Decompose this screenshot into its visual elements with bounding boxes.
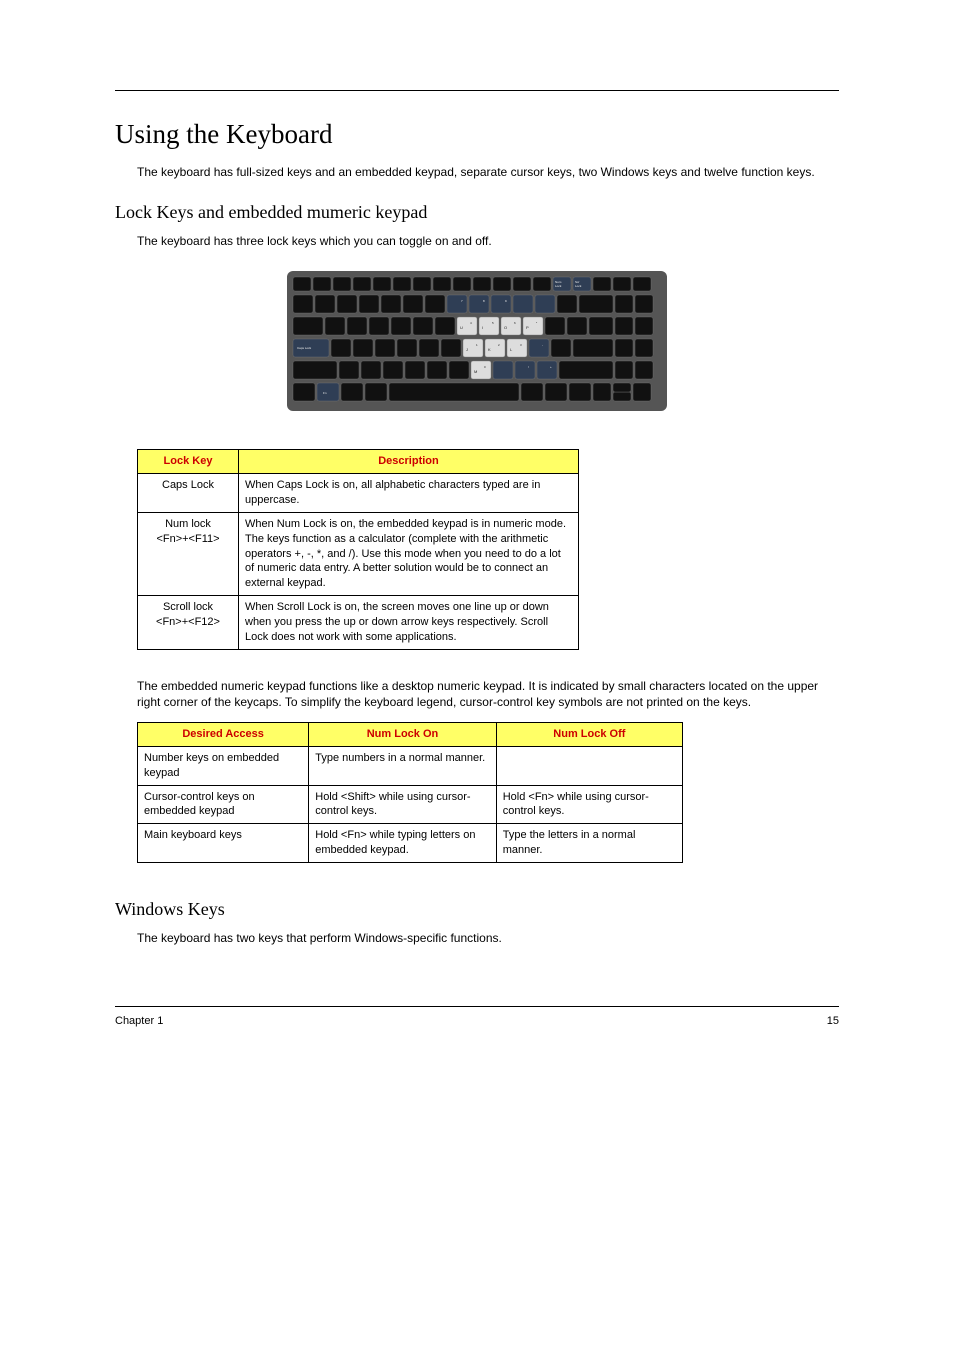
lock-desc-cell: When Num Lock is on, the embedded keypad…: [239, 512, 579, 595]
intro-paragraph: The keyboard has full-sized keys and an …: [137, 164, 839, 180]
footer-rule: [115, 1006, 839, 1007]
lock-table-header-key: Lock Key: [138, 450, 239, 474]
numlock-access-table: Desired Access Num Lock On Num Lock Off …: [137, 722, 683, 863]
access-cell: Hold <Fn> while typing letters on embedd…: [309, 824, 496, 863]
lock-keys-lead: The keyboard has three lock keys which y…: [137, 233, 839, 249]
lock-key-cell: Caps Lock: [138, 474, 239, 513]
table-row: Main keyboard keys Hold <Fn> while typin…: [138, 824, 683, 863]
lock-keys-table: Lock Key Description Caps Lock When Caps…: [137, 449, 579, 649]
lock-desc-cell: When Caps Lock is on, all alphabetic cha…: [239, 474, 579, 513]
svg-text:+: +: [550, 365, 552, 369]
access-cell: Cursor-control keys on embedded keypad: [138, 785, 309, 824]
keyboard-illustration: .kb-body { fill:#555; } .kcap { fill:#11…: [287, 271, 667, 411]
footer-chapter: Chapter 1: [115, 1015, 163, 1027]
svg-text:U: U: [460, 325, 463, 330]
svg-text:I: I: [482, 325, 483, 330]
svg-text:M: M: [474, 369, 477, 374]
access-cell: Type numbers in a normal manner.: [309, 746, 496, 785]
lock-desc-cell: When Scroll Lock is on, the screen moves…: [239, 596, 579, 650]
windows-keys-lead: The keyboard has two keys that perform W…: [137, 930, 839, 946]
table-row: Num lock <Fn>+<F11> When Num Lock is on,…: [138, 512, 579, 595]
access-cell: Hold <Shift> while using cursor-control …: [309, 785, 496, 824]
svg-text:Fn: Fn: [323, 391, 327, 395]
svg-text:Lock: Lock: [555, 284, 562, 288]
access-cell: Hold <Fn> while using cursor-control key…: [496, 785, 682, 824]
access-cell: Type the letters in a normal manner.: [496, 824, 682, 863]
access-header-off: Num Lock Off: [496, 723, 682, 747]
svg-text:Lock: Lock: [575, 284, 582, 288]
table-row: Caps Lock When Caps Lock is on, all alph…: [138, 474, 579, 513]
lock-key-cell: Scroll lock <Fn>+<F12>: [138, 596, 239, 650]
svg-text:O: O: [504, 325, 507, 330]
svg-text:P: P: [526, 325, 529, 330]
svg-text:K: K: [488, 347, 491, 352]
table-row: Cursor-control keys on embedded keypad H…: [138, 785, 683, 824]
header-rule: [115, 90, 839, 91]
access-cell: [496, 746, 682, 785]
document-page: Using the Keyboard The keyboard has full…: [0, 0, 954, 1067]
lock-key-cell: Num lock <Fn>+<F11>: [138, 512, 239, 595]
table-row: Scroll lock <Fn>+<F12> When Scroll Lock …: [138, 596, 579, 650]
svg-text:Caps Lock: Caps Lock: [297, 346, 312, 350]
svg-text:-: -: [542, 343, 543, 347]
access-header-on: Num Lock On: [309, 723, 496, 747]
svg-text:J: J: [466, 347, 468, 352]
page-footer: Chapter 1 15: [115, 1015, 839, 1027]
access-cell: Number keys on embedded keypad: [138, 746, 309, 785]
access-header-desired: Desired Access: [138, 723, 309, 747]
embedded-keypad-paragraph: The embedded numeric keypad functions li…: [137, 678, 839, 710]
lock-table-header-desc: Description: [239, 450, 579, 474]
access-cell: Main keyboard keys: [138, 824, 309, 863]
lock-keys-heading: Lock Keys and embedded mumeric keypad: [115, 202, 839, 223]
table-row: Number keys on embedded keypad Type numb…: [138, 746, 683, 785]
page-title: Using the Keyboard: [115, 119, 839, 150]
footer-pagenum: 15: [827, 1015, 839, 1027]
windows-keys-heading: Windows Keys: [115, 899, 839, 920]
